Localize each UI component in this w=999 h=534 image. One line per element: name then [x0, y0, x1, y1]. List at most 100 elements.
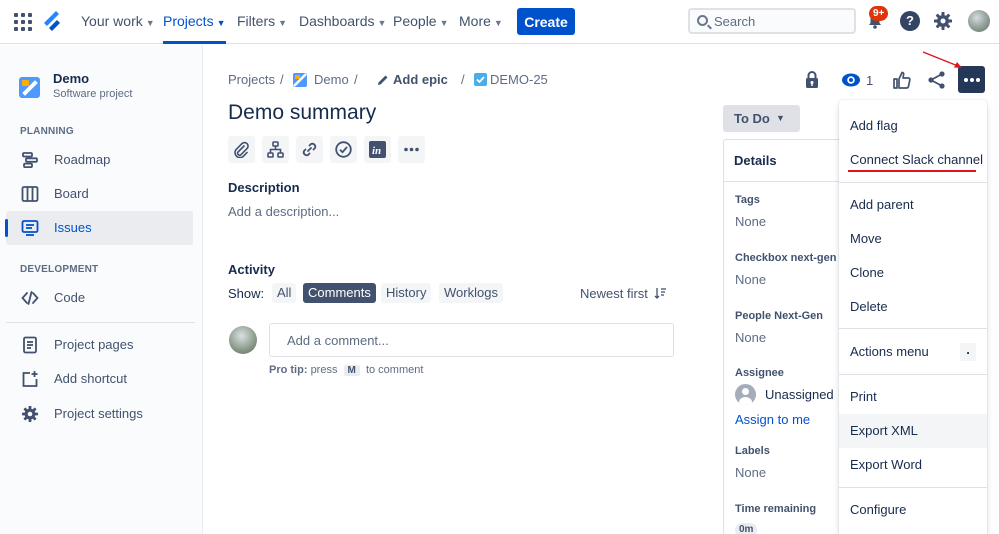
description-field[interactable]: Add a description... [228, 204, 339, 219]
pro-tip-label: Pro tip: [269, 364, 308, 376]
menu-item-add-flag[interactable]: Add flag [839, 109, 987, 143]
breadcrumb-project[interactable]: Demo [314, 72, 349, 87]
field-label-labels: Labels [735, 445, 770, 457]
nav-projects[interactable]: Projects ▼ [163, 0, 226, 44]
svg-text:in: in [372, 145, 381, 157]
create-button[interactable]: Create [517, 8, 575, 35]
app-switcher-icon[interactable] [14, 13, 32, 31]
task-type-icon [474, 73, 487, 86]
invision-icon: in [369, 141, 386, 158]
attach-button[interactable] [228, 136, 255, 163]
menu-item-export-xml[interactable]: Export XML [839, 414, 987, 448]
field-value-tags[interactable]: None [735, 214, 766, 229]
field-value-assignee[interactable]: Unassigned [765, 387, 834, 402]
nav-filters[interactable]: Filters ▼ [237, 0, 287, 44]
add-shortcut-icon [22, 371, 38, 387]
pencil-icon [377, 74, 389, 89]
comment-input[interactable] [269, 323, 674, 357]
notification-count-badge: 9+ [869, 6, 889, 21]
nav-people[interactable]: People ▼ [393, 0, 449, 44]
shortcut-key: . [960, 343, 976, 361]
assign-to-me-link[interactable]: Assign to me [735, 412, 810, 427]
roadmap-icon [22, 152, 38, 169]
activity-filter-comments[interactable]: Comments [303, 283, 376, 303]
menu-item-label: Delete [850, 299, 888, 314]
search-input[interactable] [714, 12, 852, 31]
menu-item-label: Clone [850, 265, 884, 280]
chevron-down-icon: ▼ [278, 18, 288, 28]
sidebar-divider [6, 322, 195, 323]
time-remaining-value[interactable]: 0m [735, 523, 758, 534]
breadcrumb-separator: / [354, 72, 358, 87]
details-divider [724, 181, 844, 182]
jira-logo-icon[interactable] [42, 11, 62, 33]
lock-icon[interactable] [801, 69, 823, 91]
watch-eye-icon[interactable] [840, 69, 862, 91]
more-actions-button[interactable] [958, 66, 985, 93]
activity-filter-history[interactable]: History [381, 283, 432, 303]
menu-item-actions-menu[interactable]: Actions menu . [839, 335, 987, 369]
menu-item-configure[interactable]: Configure [839, 493, 987, 527]
nav-dashboards-label: Dashboards [299, 13, 375, 29]
menu-item-label: Add parent [850, 197, 914, 212]
menu-item-print[interactable]: Print [839, 380, 987, 414]
project-avatar-icon [293, 73, 307, 87]
menu-item-label: Print [850, 389, 877, 404]
sidebar-item-add-shortcut[interactable]: Add shortcut [6, 362, 193, 396]
link-issue-button[interactable] [296, 136, 323, 163]
add-epic-link[interactable]: Add epic [393, 72, 448, 87]
sort-order-button[interactable]: Newest first [580, 286, 666, 301]
menu-item-label: Add flag [850, 118, 898, 133]
sidebar-item-project-settings[interactable]: Project settings [6, 397, 193, 431]
link-icon [302, 142, 317, 157]
add-child-issue-button[interactable] [262, 136, 289, 163]
details-heading: Details [734, 153, 777, 168]
sidebar-item-code[interactable]: Code [6, 281, 193, 315]
activity-filter-all[interactable]: All [272, 283, 297, 303]
activity-filter-worklogs[interactable]: Worklogs [439, 283, 503, 303]
menu-item-label: Configure [850, 502, 907, 517]
pro-tip: Pro tip: press M to comment [269, 364, 423, 376]
share-icon[interactable] [926, 69, 948, 91]
menu-item-clone[interactable]: Clone [839, 256, 987, 290]
nav-your-work[interactable]: Your work ▼ [81, 0, 155, 44]
commenter-avatar [229, 326, 257, 354]
show-label: Show: [228, 286, 265, 301]
breadcrumb-issue-key[interactable]: DEMO-25 [490, 72, 548, 87]
thumbs-up-icon[interactable] [891, 69, 913, 91]
menu-divider [839, 182, 987, 183]
sidebar-item-board[interactable]: Board [6, 177, 193, 211]
field-value-people[interactable]: None [735, 330, 766, 345]
invision-button[interactable]: in [364, 136, 391, 163]
menu-item-add-parent[interactable]: Add parent [839, 188, 987, 222]
sidebar-item-project-pages[interactable]: Project pages [6, 328, 193, 362]
chevron-down-icon: ▼ [377, 18, 387, 28]
field-value-labels[interactable]: None [735, 465, 766, 480]
sidebar-item-label: Add shortcut [54, 371, 127, 386]
breadcrumb-projects[interactable]: Projects [228, 72, 275, 87]
sidebar-item-issues[interactable]: Issues [5, 211, 193, 245]
nav-more[interactable]: More ▼ [459, 0, 503, 44]
search-box[interactable] [688, 8, 856, 34]
check-circle-icon [335, 141, 352, 158]
menu-divider [839, 487, 987, 488]
menu-item-move[interactable]: Move [839, 222, 987, 256]
settings-gear-icon[interactable] [933, 11, 953, 31]
menu-divider [839, 328, 987, 329]
section-heading-planning: PLANNING [20, 126, 74, 137]
menu-item-delete[interactable]: Delete [839, 290, 987, 324]
status-dropdown[interactable]: To Do ▼ [723, 105, 800, 132]
user-avatar[interactable] [968, 10, 990, 32]
nav-dashboards[interactable]: Dashboards ▼ [299, 0, 386, 44]
field-value-checkbox[interactable]: None [735, 272, 766, 287]
menu-item-label: Actions menu [850, 344, 929, 359]
confluence-checklist-button[interactable] [330, 136, 357, 163]
sidebar-item-label: Issues [54, 220, 92, 235]
more-tools-button[interactable] [398, 136, 425, 163]
issue-title[interactable]: Demo summary [228, 101, 376, 125]
menu-item-export-word[interactable]: Export Word [839, 448, 987, 482]
sidebar-item-label: Board [54, 186, 89, 201]
chevron-down-icon: ▼ [493, 18, 503, 28]
sidebar-item-roadmap[interactable]: Roadmap [6, 143, 193, 177]
help-icon[interactable]: ? [900, 11, 920, 31]
